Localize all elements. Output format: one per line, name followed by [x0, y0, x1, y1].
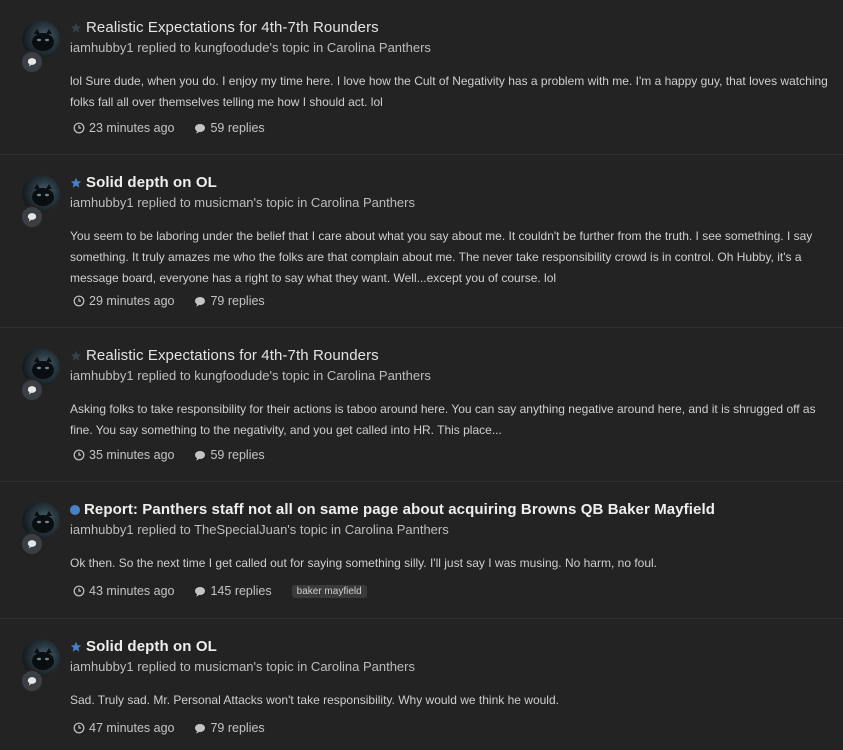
time-label[interactable]: 23 minutes ago: [89, 121, 174, 135]
post-stats: 35 minutes ago 59 replies: [73, 448, 285, 462]
activity-meta[interactable]: iamhubby1 replied to TheSpecialJuan's to…: [70, 522, 449, 537]
replies-stat: 59 replies: [194, 448, 265, 462]
replies-stat: 145 replies: [194, 584, 272, 598]
avatar-container: [20, 502, 60, 556]
reply-badge: [20, 50, 44, 74]
comment-icon: [195, 586, 206, 597]
replies-stat: 79 replies: [194, 721, 265, 735]
comment-icon: [195, 123, 206, 134]
post-stats: 47 minutes ago 79 replies: [73, 721, 285, 735]
comment-icon: [27, 677, 37, 686]
post-excerpt: Ok then. So the next time I get called o…: [70, 556, 658, 570]
activity-meta[interactable]: iamhubby1 replied to kungfoodude's topic…: [70, 368, 431, 383]
topic-title-row: Realistic Expectations for 4th-7th Round…: [70, 347, 379, 364]
activity-item: Report: Panthers staff not all on same p…: [0, 482, 843, 619]
topic-title-link[interactable]: Realistic Expectations for 4th-7th Round…: [86, 19, 379, 36]
topic-title-row: Realistic Expectations for 4th-7th Round…: [70, 19, 379, 36]
activity-item: Realistic Expectations for 4th-7th Round…: [0, 328, 843, 482]
reply-badge: [20, 205, 44, 229]
clock-icon: [73, 449, 85, 461]
time-label[interactable]: 29 minutes ago: [89, 294, 174, 308]
topic-title-link[interactable]: Solid depth on OL: [86, 174, 217, 191]
clock-icon: [73, 122, 85, 134]
topic-title-row: Solid depth on OL: [70, 174, 217, 191]
avatar-container: [20, 20, 60, 74]
post-excerpt: Sad. Truly sad. Mr. Personal Attacks won…: [70, 693, 559, 707]
clock-icon: [73, 722, 85, 734]
unread-dot-icon: [70, 504, 80, 515]
post-excerpt: Asking folks to take responsibility for …: [70, 402, 816, 437]
comment-icon: [27, 540, 37, 549]
star-filled-icon: [70, 177, 82, 188]
star-filled-icon: [70, 641, 82, 652]
topic-title-row: Solid depth on OL: [70, 638, 217, 655]
time-stat: 35 minutes ago: [73, 448, 174, 462]
activity-item: Realistic Expectations for 4th-7th Round…: [0, 0, 843, 155]
post-stats: 23 minutes ago 59 replies: [73, 121, 285, 135]
time-stat: 43 minutes ago: [73, 584, 174, 598]
replies-label: 79 replies: [210, 721, 265, 735]
time-label[interactable]: 35 minutes ago: [89, 448, 174, 462]
topic-title-link[interactable]: Realistic Expectations for 4th-7th Round…: [86, 347, 379, 364]
topic-title-link[interactable]: Solid depth on OL: [86, 638, 217, 655]
activity-meta[interactable]: iamhubby1 replied to musicman's topic in…: [70, 195, 415, 210]
comment-icon: [195, 450, 206, 461]
time-label[interactable]: 47 minutes ago: [89, 721, 174, 735]
topic-title-row: Report: Panthers staff not all on same p…: [70, 501, 715, 518]
activity-item: Solid depth on OL iamhubby1 replied to m…: [0, 155, 843, 328]
replies-stat: 79 replies: [194, 294, 265, 308]
star-outline-icon: [70, 22, 82, 33]
time-stat: 47 minutes ago: [73, 721, 174, 735]
clock-icon: [73, 295, 85, 307]
reply-badge: [20, 532, 44, 556]
activity-item: Solid depth on OL iamhubby1 replied to m…: [0, 619, 843, 750]
avatar-container: [20, 175, 60, 229]
comment-icon: [27, 213, 37, 222]
time-stat: 23 minutes ago: [73, 121, 174, 135]
comment-icon: [27, 386, 37, 395]
replies-stat: 59 replies: [194, 121, 265, 135]
post-stats: 29 minutes ago 79 replies: [73, 294, 285, 308]
replies-label: 79 replies: [210, 294, 265, 308]
post-excerpt: lol Sure dude, when you do. I enjoy my t…: [70, 74, 828, 109]
topic-tag[interactable]: baker mayfield: [291, 584, 367, 598]
avatar-container: [20, 639, 60, 693]
replies-label: 59 replies: [210, 448, 265, 462]
activity-feed: Realistic Expectations for 4th-7th Round…: [0, 0, 843, 750]
comment-icon: [195, 296, 206, 307]
avatar-container: [20, 348, 60, 402]
comment-icon: [27, 58, 37, 67]
comment-icon: [195, 723, 206, 734]
activity-meta[interactable]: iamhubby1 replied to musicman's topic in…: [70, 659, 415, 674]
replies-label: 59 replies: [210, 121, 265, 135]
activity-meta[interactable]: iamhubby1 replied to kungfoodude's topic…: [70, 40, 431, 55]
post-excerpt: You seem to be laboring under the belief…: [70, 229, 813, 285]
star-outline-icon: [70, 350, 82, 361]
reply-badge: [20, 669, 44, 693]
time-stat: 29 minutes ago: [73, 294, 174, 308]
post-stats: 43 minutes ago 145 replies baker mayfiel…: [73, 584, 367, 598]
time-label[interactable]: 43 minutes ago: [89, 584, 174, 598]
reply-badge: [20, 378, 44, 402]
topic-title-link[interactable]: Report: Panthers staff not all on same p…: [84, 501, 715, 518]
replies-label: 145 replies: [210, 584, 272, 598]
clock-icon: [73, 585, 85, 597]
